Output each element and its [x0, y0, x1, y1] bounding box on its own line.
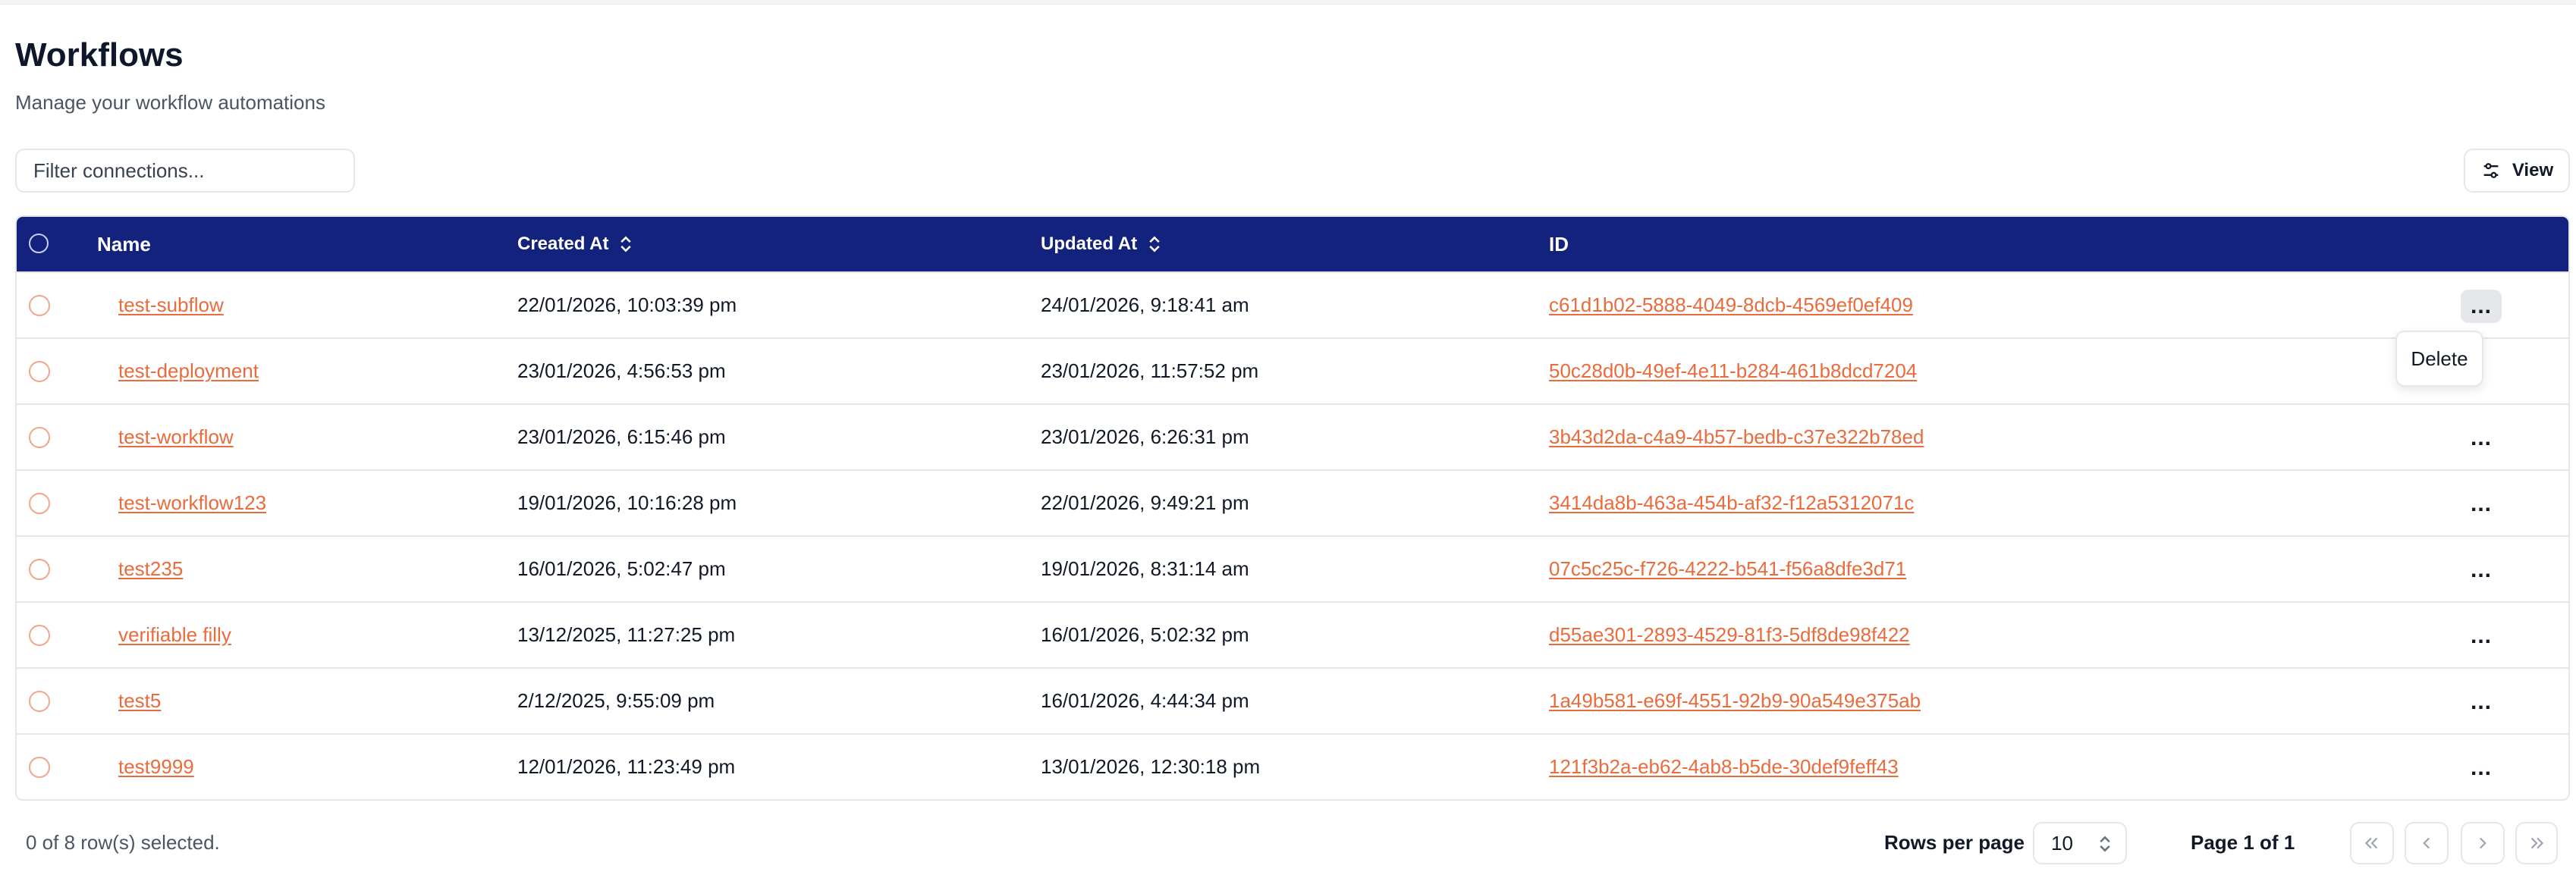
- row-actions-button[interactable]: ...: [2461, 554, 2502, 587]
- updated-at-cell: 23/01/2026, 11:57:52 pm: [1041, 359, 1259, 382]
- row-actions-button[interactable]: ...: [2461, 619, 2502, 653]
- created-at-cell: 12/01/2026, 11:23:49 pm: [517, 755, 736, 778]
- workflows-table: Name Created At Updated At ID test-subfl…: [15, 215, 2570, 801]
- workflow-id-link[interactable]: d55ae301-2893-4529-81f3-5df8de98f422: [1549, 623, 1910, 647]
- updated-at-cell: 13/01/2026, 12:30:18 pm: [1041, 755, 1261, 778]
- created-at-cell: 22/01/2026, 10:03:39 pm: [517, 293, 737, 316]
- previous-page-button[interactable]: [2405, 822, 2449, 864]
- workflow-id-link[interactable]: 3414da8b-463a-454b-af32-f12a5312071c: [1549, 491, 1914, 515]
- view-button-label: View: [2512, 160, 2554, 180]
- updated-at-cell: 16/01/2026, 5:02:32 pm: [1041, 623, 1249, 646]
- table-row: test235 16/01/2026, 5:02:47 pm 19/01/202…: [17, 535, 2568, 601]
- updated-at-cell: 19/01/2026, 8:31:14 am: [1041, 557, 1249, 580]
- table-row: test-workflow 23/01/2026, 6:15:46 pm 23/…: [17, 403, 2568, 469]
- column-created-label: Created At: [517, 234, 609, 254]
- row-actions-button[interactable]: ...: [2461, 422, 2502, 455]
- chevron-right-icon: [2479, 837, 2486, 849]
- workflow-name-link[interactable]: test-deployment: [118, 359, 259, 383]
- row-actions-menu: Delete: [2395, 331, 2483, 387]
- updated-at-cell: 22/01/2026, 9:49:21 pm: [1041, 491, 1249, 514]
- workflow-id-link[interactable]: 1a49b581-e69f-4551-92b9-90a549e375ab: [1549, 689, 1921, 713]
- row-checkbox[interactable]: [29, 361, 50, 382]
- column-id-label: ID: [1549, 232, 1569, 256]
- column-updated-label: Updated At: [1041, 234, 1138, 254]
- rows-per-page-select[interactable]: 10: [2033, 822, 2127, 864]
- updated-at-cell: 23/01/2026, 6:26:31 pm: [1041, 425, 1249, 448]
- row-checkbox[interactable]: [29, 559, 50, 580]
- row-checkbox[interactable]: [29, 427, 50, 448]
- chevrons-left-icon: [2364, 837, 2378, 849]
- updated-at-cell: 24/01/2026, 9:18:41 am: [1041, 293, 1249, 316]
- created-at-cell: 2/12/2025, 9:55:09 pm: [517, 689, 715, 712]
- rows-per-page-label: Rows per page: [1884, 831, 2025, 854]
- column-name-label: Name: [97, 232, 151, 256]
- column-header-name: Name: [97, 217, 151, 271]
- row-checkbox[interactable]: [29, 493, 50, 514]
- workflow-id-link[interactable]: 3b43d2da-c4a9-4b57-bedb-c37e322b78ed: [1549, 425, 1924, 449]
- first-page-button[interactable]: [2350, 822, 2394, 864]
- created-at-cell: 19/01/2026, 10:16:28 pm: [517, 491, 737, 514]
- selection-count: 0 of 8 row(s) selected.: [26, 831, 220, 854]
- workflow-name-link[interactable]: test9999: [118, 755, 194, 779]
- table-header: Name Created At Updated At ID: [17, 217, 2568, 271]
- workflow-id-link[interactable]: c61d1b02-5888-4049-8dcb-4569ef0ef409: [1549, 293, 1913, 317]
- updated-at-cell: 16/01/2026, 4:44:34 pm: [1041, 689, 1249, 712]
- column-header-created-at[interactable]: Created At: [517, 217, 633, 271]
- sort-icon: [620, 236, 632, 252]
- row-actions-button[interactable]: ...: [2461, 290, 2502, 323]
- workflow-id-link[interactable]: 50c28d0b-49ef-4e11-b284-461b8dcd7204: [1549, 359, 1917, 383]
- page-indicator: Page 1 of 1: [2191, 831, 2295, 854]
- row-actions-button[interactable]: ...: [2461, 685, 2502, 719]
- row-checkbox[interactable]: [29, 295, 50, 316]
- workflow-name-link[interactable]: test235: [118, 557, 183, 581]
- filter-input[interactable]: [15, 149, 355, 193]
- workflow-id-link[interactable]: 121f3b2a-eb62-4ab8-b5de-30def9feff43: [1549, 755, 1899, 779]
- page-title: Workflows: [15, 36, 184, 74]
- view-button[interactable]: View: [2464, 149, 2570, 193]
- column-header-updated-at[interactable]: Updated At: [1041, 217, 1161, 271]
- table-row: test-deployment 23/01/2026, 4:56:53 pm 2…: [17, 337, 2568, 403]
- chevrons-up-down-icon: [2100, 836, 2110, 852]
- workflow-name-link[interactable]: test-workflow: [118, 425, 234, 449]
- column-header-id: ID: [1549, 217, 1569, 271]
- created-at-cell: 13/12/2025, 11:27:25 pm: [517, 623, 736, 646]
- select-all-checkbox[interactable]: [29, 234, 49, 253]
- created-at-cell: 23/01/2026, 4:56:53 pm: [517, 359, 726, 382]
- page-subtitle: Manage your workflow automations: [15, 91, 325, 114]
- workflow-name-link[interactable]: test-subflow: [118, 293, 224, 317]
- chevrons-right-icon: [2530, 837, 2544, 849]
- row-checkbox[interactable]: [29, 757, 50, 778]
- created-at-cell: 16/01/2026, 5:02:47 pm: [517, 557, 726, 580]
- last-page-button[interactable]: [2515, 822, 2558, 864]
- row-checkbox[interactable]: [29, 691, 50, 712]
- table-row: test5 2/12/2025, 9:55:09 pm 16/01/2026, …: [17, 667, 2568, 733]
- table-row: test9999 12/01/2026, 11:23:49 pm 13/01/2…: [17, 733, 2568, 799]
- table-row: test-subflow 22/01/2026, 10:03:39 pm 24/…: [17, 271, 2568, 337]
- top-divider: [0, 0, 2576, 5]
- next-page-button[interactable]: [2461, 822, 2505, 864]
- table-row: verifiable filly 13/12/2025, 11:27:25 pm…: [17, 601, 2568, 667]
- sliders-icon: [2483, 163, 2499, 178]
- workflow-name-link[interactable]: test5: [118, 689, 161, 713]
- workflow-name-link[interactable]: test-workflow123: [118, 491, 266, 515]
- delete-menu-item[interactable]: Delete: [2411, 347, 2468, 371]
- row-checkbox[interactable]: [29, 625, 50, 646]
- row-actions-button[interactable]: ...: [2461, 751, 2502, 785]
- workflow-id-link[interactable]: 07c5c25c-f726-4222-b541-f56a8dfe3d71: [1549, 557, 1906, 581]
- created-at-cell: 23/01/2026, 6:15:46 pm: [517, 425, 726, 448]
- workflow-name-link[interactable]: verifiable filly: [118, 623, 231, 647]
- rows-per-page-value: 10: [2051, 831, 2073, 855]
- sort-icon: [1149, 236, 1160, 252]
- table-row: test-workflow123 19/01/2026, 10:16:28 pm…: [17, 469, 2568, 535]
- row-actions-button[interactable]: ...: [2461, 488, 2502, 521]
- chevron-left-icon: [2423, 837, 2430, 849]
